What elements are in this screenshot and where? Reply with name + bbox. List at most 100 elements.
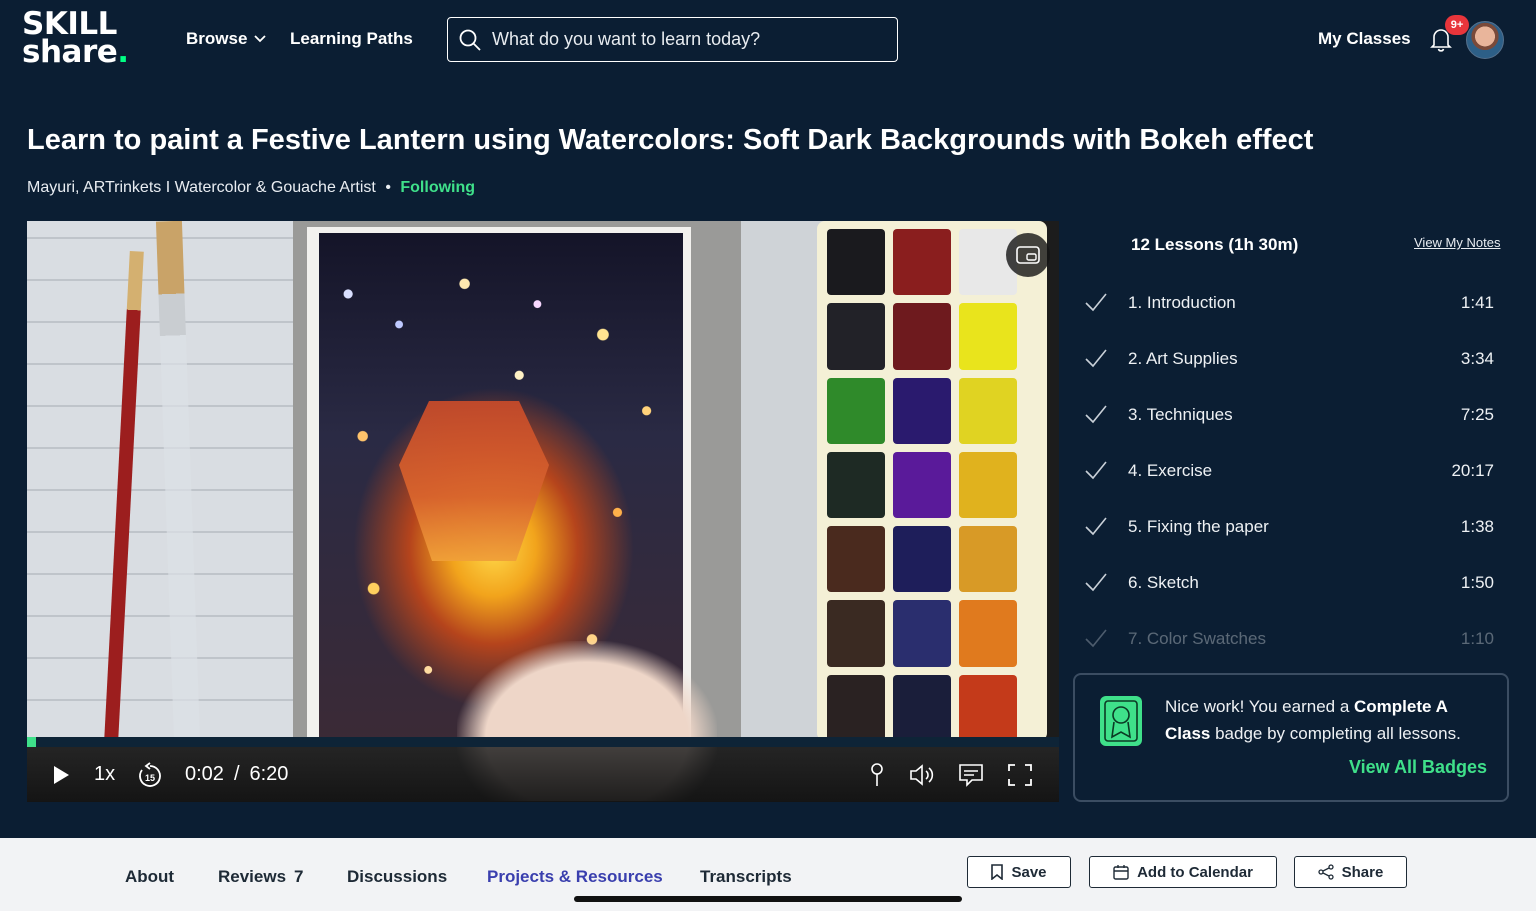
play-button[interactable]: [51, 764, 71, 786]
top-header: SKILL share. Browse Learning Paths My Cl…: [0, 0, 1536, 80]
check-icon: [1085, 629, 1107, 648]
badge-ribbon-icon: [1100, 696, 1142, 746]
calendar-icon: [1113, 865, 1129, 880]
lesson-item-2[interactable]: 2. Art Supplies 3:34: [1084, 341, 1504, 381]
check-icon: [1085, 349, 1107, 368]
badge-text-before: Nice work! You earned a: [1165, 697, 1355, 716]
current-time: 0:02: [185, 763, 224, 785]
paint-pan: [959, 526, 1017, 593]
lesson-name: 5. Fixing the paper: [1128, 517, 1269, 536]
paint-pan: [893, 377, 951, 444]
lesson-item-6[interactable]: 6. Sketch 1:50: [1084, 565, 1504, 605]
paint-pan: [893, 303, 951, 370]
paint-pan: [959, 600, 1017, 667]
badge-earned-card: Nice work! You earned a Complete A Class…: [1073, 673, 1509, 802]
paint-pan: [893, 451, 951, 519]
paint-pan: [827, 674, 885, 741]
fullscreen-icon: [1008, 764, 1032, 786]
video-progress-bar[interactable]: [27, 737, 1059, 747]
paint-pan: [827, 303, 885, 370]
fullscreen-button[interactable]: [1008, 764, 1032, 786]
calendar-label: Add to Calendar: [1137, 863, 1253, 881]
lesson-name: 3. Techniques: [1128, 405, 1233, 424]
paint-pan: [959, 451, 1017, 519]
save-button[interactable]: Save: [967, 856, 1071, 888]
skip-seconds-label: 15: [145, 773, 155, 783]
view-all-badges-link[interactable]: View All Badges: [1349, 757, 1487, 778]
paint-pan: [893, 229, 951, 296]
search-icon: [459, 29, 481, 51]
view-my-notes-link[interactable]: View My Notes: [1414, 235, 1500, 250]
paint-pan: [893, 526, 951, 593]
volume-button[interactable]: [908, 763, 936, 787]
logo-dot: .: [117, 34, 129, 70]
lesson-duration: 1:41: [1460, 293, 1494, 312]
captions-icon: [959, 764, 983, 787]
paint-pan: [827, 451, 885, 519]
home-indicator: [574, 896, 962, 902]
lesson-name: 1. Introduction: [1128, 293, 1236, 312]
avatar[interactable]: [1466, 21, 1504, 59]
lesson-name: 2. Art Supplies: [1128, 349, 1238, 368]
video-frame: [27, 221, 1059, 801]
video-progress-fill: [27, 737, 37, 747]
captions-button[interactable]: [958, 763, 984, 787]
volume-icon: [910, 764, 934, 786]
video-brush-flat: [155, 221, 201, 742]
tab-projects-resources[interactable]: Projects & Resources: [487, 867, 663, 887]
paint-pan: [827, 377, 885, 444]
time-separator: /: [233, 763, 240, 785]
picture-in-picture-button[interactable]: [1006, 233, 1050, 277]
following-button[interactable]: Following: [400, 179, 475, 196]
check-icon: [1085, 293, 1107, 312]
share-button[interactable]: Share: [1294, 856, 1407, 888]
check-icon: [1085, 405, 1107, 424]
teacher-name-link[interactable]: Mayuri, ARTrinkets I Watercolor & Gouach…: [27, 179, 376, 196]
lesson-item-4[interactable]: 4. Exercise 20:17: [1084, 453, 1504, 493]
tab-about[interactable]: About: [125, 867, 174, 887]
learning-paths-link[interactable]: Learning Paths: [290, 29, 413, 49]
check-icon: [1085, 517, 1107, 536]
paint-pan: [959, 377, 1017, 444]
check-icon: [1085, 573, 1107, 592]
lesson-item-1[interactable]: 1. Introduction 1:41: [1084, 285, 1504, 325]
paint-pan: [827, 526, 885, 593]
video-player[interactable]: 1x 15 0:02 / 6:20: [27, 221, 1059, 802]
search-box[interactable]: [447, 17, 898, 62]
paint-pan: [893, 674, 951, 741]
my-classes-link[interactable]: My Classes: [1318, 29, 1411, 49]
add-to-calendar-button[interactable]: Add to Calendar: [1089, 856, 1277, 888]
skip-back-button[interactable]: 15: [136, 762, 164, 790]
lessons-count-header: 12 Lessons (1h 30m): [1131, 235, 1299, 254]
skillshare-logo[interactable]: SKILL share.: [22, 9, 142, 72]
lesson-name: 6. Sketch: [1128, 573, 1199, 592]
lesson-item-5[interactable]: 5. Fixing the paper 1:38: [1084, 509, 1504, 549]
browse-menu-button[interactable]: Browse: [186, 29, 267, 49]
tab-reviews[interactable]: Reviews 7: [218, 867, 304, 887]
lesson-item-3[interactable]: 3. Techniques 7:25: [1084, 397, 1504, 437]
lesson-item-7[interactable]: 7. Color Swatches 1:10: [1084, 621, 1504, 661]
tab-transcripts[interactable]: Transcripts: [700, 867, 792, 887]
lesson-duration: 20:17: [1451, 461, 1494, 480]
notification-badge: 9+: [1445, 15, 1469, 35]
teacher-line: Mayuri, ARTrinkets I Watercolor & Gouach…: [27, 179, 475, 197]
paint-pan: [959, 674, 1017, 741]
search-input[interactable]: [492, 29, 872, 50]
lesson-name: 4. Exercise: [1128, 461, 1213, 480]
add-note-button[interactable]: [869, 762, 885, 788]
page-title: Learn to paint a Festive Lantern using W…: [27, 124, 1314, 156]
total-time: 6:20: [249, 763, 289, 785]
lesson-name: 7. Color Swatches: [1128, 629, 1266, 648]
paint-pan: [827, 600, 885, 667]
paint-pan: [959, 303, 1017, 370]
badge-message: Nice work! You earned a Complete A Class…: [1165, 693, 1495, 747]
playback-speed-button[interactable]: 1x: [94, 763, 115, 786]
lesson-duration: 1:38: [1460, 517, 1494, 536]
video-brush-red: [104, 250, 144, 742]
logo-line-2: share.: [22, 37, 142, 68]
paint-pan: [893, 600, 951, 667]
reviews-count: 7: [294, 867, 304, 886]
teacher-separator: •: [385, 179, 391, 196]
logo-line-2-text: share: [22, 34, 118, 70]
tab-discussions[interactable]: Discussions: [347, 867, 447, 887]
